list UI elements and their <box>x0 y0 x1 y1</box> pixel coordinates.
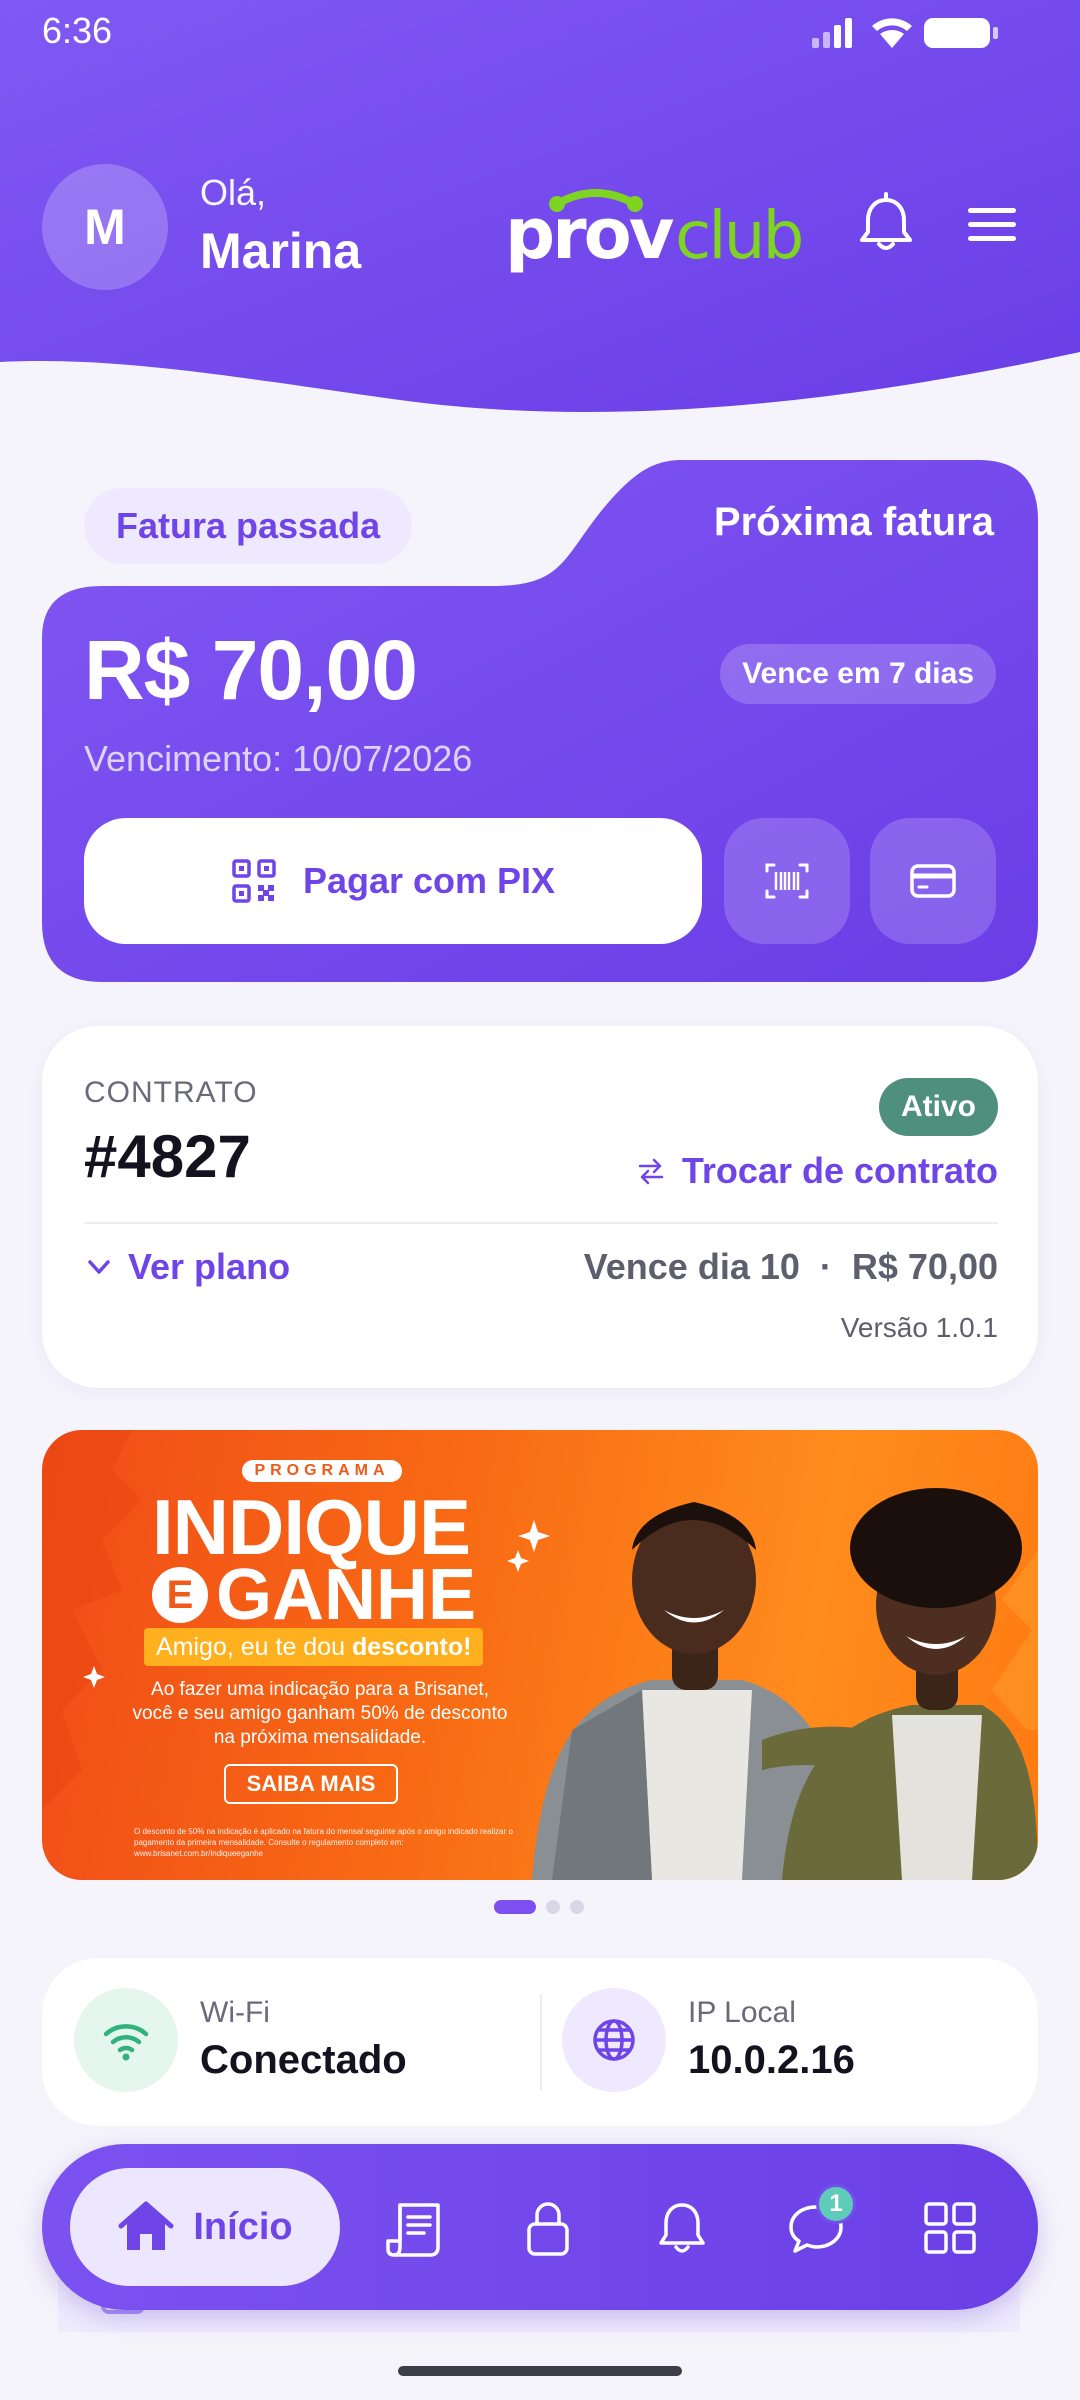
banner-subtitle-pre: Amigo, eu te dou <box>156 1632 352 1661</box>
wifi-value: Conectado <box>200 2038 407 2082</box>
switch-contract-label: Trocar de contrato <box>681 1150 998 1191</box>
battery-icon <box>924 18 998 48</box>
greeting-text: Olá, <box>200 172 267 213</box>
qr-code-icon <box>232 859 276 903</box>
view-plan-label: Ver plano <box>128 1246 291 1287</box>
receipt-icon <box>386 2203 440 2257</box>
invoice-amount: R$ 70,00 <box>84 623 418 717</box>
chevron-down-icon <box>88 1260 110 1274</box>
banner-title-ganhe: GANHE <box>216 1555 477 1635</box>
globe-icon-wrap <box>562 1988 666 2092</box>
provclub-logo: prov club <box>505 189 804 275</box>
nav-home-label: Início <box>193 2205 293 2248</box>
tab-next-invoice[interactable]: Próxima fatura <box>714 500 994 545</box>
banner-people-image <box>532 1488 1038 1880</box>
lock-icon <box>527 2202 569 2256</box>
avatar[interactable]: M <box>42 164 168 290</box>
banner-subtitle: Amigo, eu te dou desconto! <box>144 1628 484 1666</box>
notifications-bell-icon[interactable] <box>856 192 916 256</box>
banner-subtitle-bold: desconto! <box>351 1632 472 1661</box>
user-name: Marina <box>200 223 362 279</box>
status-badge: Ativo <box>879 1078 998 1136</box>
barcode-button[interactable] <box>724 818 850 944</box>
contract-number: #4827 <box>84 1123 251 1190</box>
switch-contract-link[interactable]: Trocar de contrato <box>636 1150 998 1192</box>
pay-with-pix-label: Pagar com PIX <box>302 860 556 901</box>
home-indicator <box>398 2366 682 2376</box>
connection-card: Wi-Fi Conectado IP Local 10.0.2.16 <box>42 1958 1038 2126</box>
credit-card-icon <box>910 864 956 898</box>
banner-body: Ao fazer uma indicação para a Brisanet, … <box>132 1679 508 1748</box>
due-date: Vencimento: 10/07/2026 <box>84 738 473 779</box>
learn-more-button[interactable]: SAIBA MAIS <box>224 1764 398 1804</box>
banner-title-line2: E GANHE <box>152 1554 476 1636</box>
tab-past-invoice[interactable]: Fatura passada <box>84 488 413 564</box>
globe-icon <box>593 2019 635 2061</box>
chat-badge: 1 <box>816 2184 856 2224</box>
barcode-icon <box>765 863 809 899</box>
carousel-dots <box>494 1900 584 1914</box>
bottom-navigation: Início 1 <box>42 2144 1038 2310</box>
svg-text:prov: prov <box>505 193 674 275</box>
signal-icon <box>812 18 852 48</box>
wifi-label: Wi-Fi <box>200 1996 270 2029</box>
banner-title-e: E <box>152 1567 208 1623</box>
nav-notifications[interactable] <box>642 2188 722 2268</box>
carousel-dot-1[interactable] <box>494 1900 536 1914</box>
credit-card-button[interactable] <box>870 818 996 944</box>
bell-icon <box>659 2203 705 2253</box>
divider <box>84 1222 998 1224</box>
nav-home[interactable]: Início <box>70 2168 340 2286</box>
status-icons <box>812 18 998 48</box>
invoice-card: Fatura passada Próxima fatura R$ 70,00 V… <box>42 460 1038 982</box>
contract-label: CONTRATO <box>84 1076 258 1109</box>
contract-card: CONTRATO #4827 Ativo Trocar de contrato … <box>42 1026 1038 1388</box>
info-separator <box>540 1994 542 2090</box>
carousel-dot-3[interactable] <box>570 1900 584 1914</box>
ip-value: 10.0.2.16 <box>688 2038 855 2082</box>
nav-more[interactable] <box>910 2188 990 2268</box>
home-icon <box>118 2201 174 2250</box>
due-badge: Vence em 7 dias <box>720 644 996 704</box>
promo-banner[interactable]: PROGRAMA INDIQUE E GANHE Amigo, eu te do… <box>42 1430 1038 1880</box>
grid-icon <box>924 2202 976 2254</box>
wifi-status-icon <box>872 18 912 48</box>
wifi-icon-wrap <box>74 1988 178 2092</box>
view-plan-link[interactable]: Ver plano <box>84 1246 290 1288</box>
banner-fine-print: O desconto de 50% na indicação é aplicad… <box>134 1827 513 1858</box>
wifi-icon <box>103 2024 149 2061</box>
carousel-dot-2[interactable] <box>546 1900 560 1914</box>
plan-info: Vence dia 10 · R$ 70,00 <box>583 1246 998 1287</box>
svg-text:club: club <box>675 197 801 274</box>
swap-icon <box>638 1158 664 1185</box>
version-text: Versão 1.0.1 <box>840 1312 998 1343</box>
nav-chat[interactable]: 1 <box>776 2184 856 2268</box>
status-time: 6:36 <box>42 10 113 51</box>
nav-security[interactable] <box>508 2188 588 2268</box>
ip-label: IP Local <box>688 1996 796 2029</box>
nav-invoices[interactable] <box>374 2188 454 2268</box>
pay-with-pix-button[interactable]: Pagar com PIX <box>84 818 702 944</box>
program-pill: PROGRAMA <box>242 1460 402 1482</box>
menu-icon[interactable] <box>964 200 1020 250</box>
status-bar: 6:36 <box>0 0 1080 62</box>
